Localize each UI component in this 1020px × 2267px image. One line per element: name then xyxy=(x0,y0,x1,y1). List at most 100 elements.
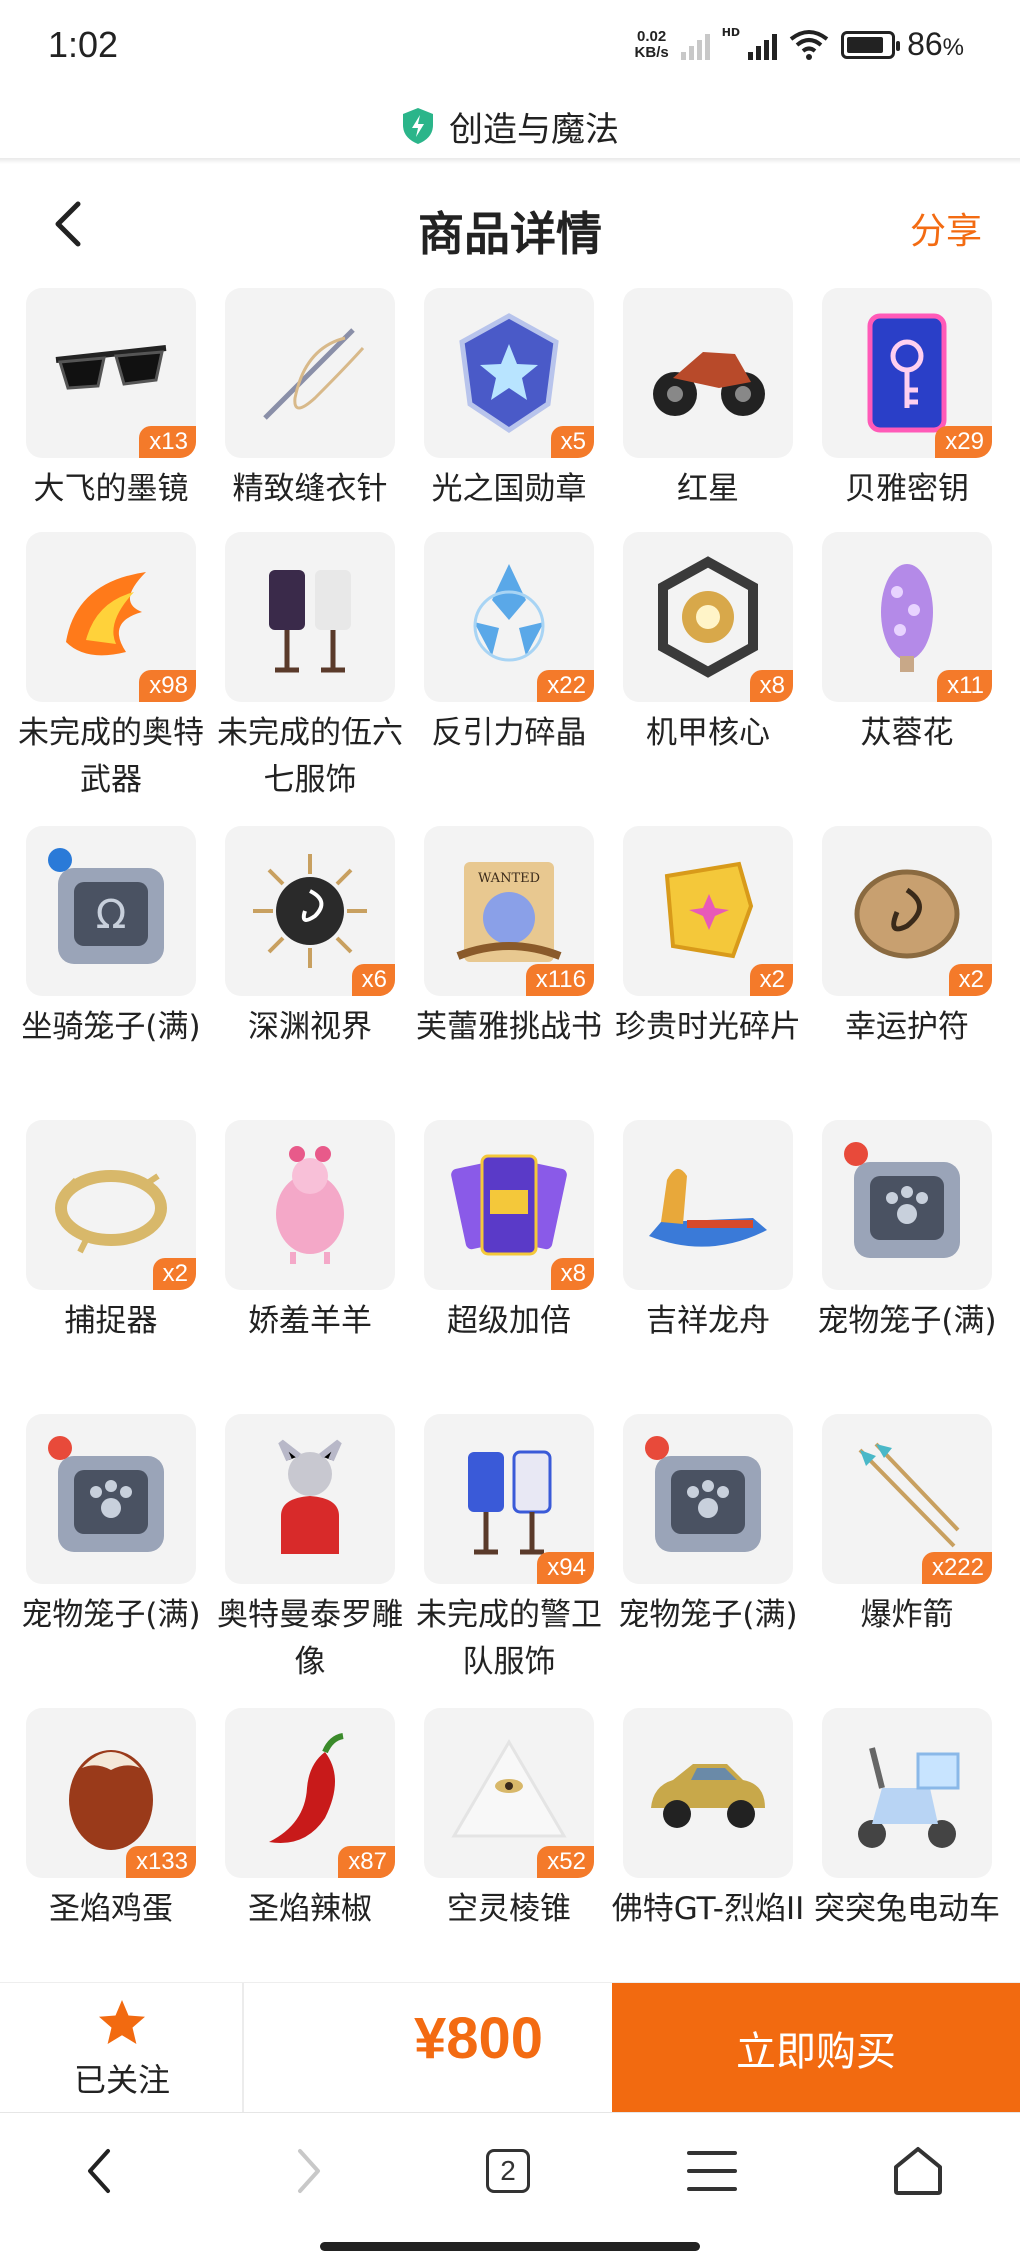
share-button[interactable]: 分享 xyxy=(910,202,982,254)
pink-sheep-icon xyxy=(276,1146,344,1264)
buy-now-button[interactable]: 立即购买 xyxy=(612,1983,1020,2113)
item-card[interactable]: 宠物笼子(满) xyxy=(21,1414,221,1708)
item-card[interactable]: WANTED x116 芙蕾雅挑战书 xyxy=(416,826,619,1120)
item-card[interactable]: 突突兔电动车 xyxy=(814,1708,1017,2002)
item-thumbnail: x87 xyxy=(225,1708,395,1878)
item-name: 圣焰辣椒 xyxy=(248,1891,372,1927)
quantity-badge: x2 xyxy=(152,1258,196,1290)
item-card[interactable]: 宠物笼子(满) xyxy=(618,1414,818,1708)
item-name: 苁蓉花 xyxy=(860,715,954,751)
follow-button[interactable]: 已关注 xyxy=(0,1983,244,2113)
wanted-scroll-icon: WANTED xyxy=(456,862,562,962)
item-name: 超级加倍 xyxy=(447,1303,571,1339)
item-card[interactable]: x133 圣焰鸡蛋 xyxy=(22,1708,221,2002)
medal-icon xyxy=(459,313,559,434)
item-name: 娇羞羊羊 xyxy=(248,1303,372,1339)
app-title-row: 创造与魔法 xyxy=(0,90,1020,162)
statue-icon xyxy=(278,1439,342,1554)
item-card[interactable]: x87 圣焰辣椒 xyxy=(221,1708,420,2002)
item-thumbnail: x2 xyxy=(623,826,793,996)
item-name: 爆炸箭 xyxy=(860,1597,954,1633)
item-card[interactable]: x2 幸运护符 xyxy=(818,826,1017,1120)
sunglasses-icon xyxy=(55,345,167,390)
item-card[interactable]: x8 超级加倍 xyxy=(420,1120,619,1414)
item-card[interactable]: x2 捕捉器 xyxy=(22,1120,221,1414)
divider xyxy=(0,158,1020,164)
item-card[interactable]: 吉祥龙舟 xyxy=(619,1120,818,1414)
outfit-icon xyxy=(269,570,351,673)
quantity-badge: x94 xyxy=(537,1552,594,1584)
item-card[interactable]: 佛特GT-烈焰II xyxy=(612,1708,818,2002)
item-card[interactable]: x8 机甲核心 xyxy=(619,532,818,826)
item-name: 芙蕾雅挑战书 xyxy=(416,1009,602,1045)
item-thumbnail xyxy=(822,1120,992,1290)
quantity-badge: x116 xyxy=(525,964,594,996)
page-header: 商品详情 分享 xyxy=(0,176,1020,272)
quantity-badge: x2 xyxy=(948,964,992,996)
item-card[interactable]: 娇羞羊羊 xyxy=(221,1120,420,1414)
item-thumbnail xyxy=(225,1414,395,1584)
battery-percent: 86% xyxy=(907,26,964,62)
item-card[interactable]: x222 爆炸箭 xyxy=(818,1414,1017,1708)
browser-back-button[interactable] xyxy=(68,2139,132,2203)
status-bar: 1:02 0.02 KB/s HD 86% xyxy=(0,0,1020,90)
flower-icon xyxy=(881,564,933,672)
item-name: 圣焰鸡蛋 xyxy=(49,1891,173,1927)
item-thumbnail: x222 xyxy=(822,1414,992,1584)
chevron-right-icon xyxy=(298,2149,320,2193)
item-thumbnail: Ω xyxy=(26,826,196,996)
wifi-icon xyxy=(789,29,829,60)
item-thumbnail xyxy=(623,288,793,458)
chili-icon xyxy=(269,1733,344,1843)
item-name: 奥特曼泰罗雕像 xyxy=(217,1597,403,1680)
item-thumbnail xyxy=(26,1414,196,1584)
battery-icon xyxy=(841,30,901,59)
item-card[interactable]: x11 苁蓉花 xyxy=(818,532,1017,826)
item-name: 反引力碎晶 xyxy=(431,715,587,751)
item-thumbnail: x94 xyxy=(424,1414,594,1584)
browser-tabs-button[interactable]: 2 xyxy=(476,2139,540,2203)
svg-text:Ω: Ω xyxy=(96,892,127,938)
item-thumbnail: x29 xyxy=(822,288,992,458)
item-name: 坐骑笼子(满) xyxy=(21,1009,201,1045)
item-card[interactable]: 奥特曼泰罗雕像 xyxy=(217,1414,420,1708)
item-thumbnail: x11 xyxy=(822,532,992,702)
item-name: 宠物笼子(满) xyxy=(618,1597,798,1633)
item-name: 深渊视界 xyxy=(248,1009,372,1045)
pyramid-icon xyxy=(451,1739,567,1838)
status-indicators: 0.02 KB/s HD 86% xyxy=(635,26,964,63)
browser-menu-button[interactable] xyxy=(680,2139,744,2203)
item-card[interactable]: 宠物笼子(满) xyxy=(817,1120,1017,1414)
browser-forward-button[interactable] xyxy=(276,2139,340,2203)
item-card[interactable]: Ω 坐骑笼子(满) xyxy=(21,826,221,1120)
browser-home-button[interactable] xyxy=(886,2139,950,2203)
quantity-badge: x13 xyxy=(139,426,196,458)
item-card[interactable]: x98 未完成的奥特武器 xyxy=(18,532,221,826)
item-thumbnail: x8 xyxy=(623,532,793,702)
item-thumbnail: x2 xyxy=(822,826,992,996)
pet-cage-icon xyxy=(48,1436,164,1552)
svg-text:WANTED: WANTED xyxy=(478,871,540,886)
tab-count: 2 xyxy=(486,2149,530,2193)
network-speed-unit: KB/s xyxy=(634,43,669,61)
item-card[interactable]: x6 深渊视界 xyxy=(221,826,420,1120)
item-card[interactable]: x2 珍贵时光碎片 xyxy=(615,826,818,1120)
time-shard-icon xyxy=(664,861,754,959)
item-card[interactable]: 未完成的伍六七服饰 xyxy=(217,532,420,826)
needle-icon xyxy=(263,328,365,420)
item-name: 大飞的墨镜 xyxy=(33,471,189,507)
item-card[interactable]: x52 空灵棱锥 xyxy=(420,1708,619,2002)
home-indicator[interactable] xyxy=(320,2242,700,2251)
item-card[interactable]: x22 反引力碎晶 xyxy=(420,532,619,826)
item-thumbnail: WANTED x116 xyxy=(424,826,594,996)
item-thumbnail: x8 xyxy=(424,1120,594,1290)
cards-icon xyxy=(451,1154,567,1256)
item-thumbnail: x5 xyxy=(424,288,594,458)
item-card[interactable]: x94 未完成的警卫队服饰 xyxy=(416,1414,619,1708)
mount-cage-icon: Ω xyxy=(48,848,164,964)
chevron-left-icon xyxy=(88,2149,110,2193)
signal-sim1-icon xyxy=(680,30,710,60)
item-thumbnail: x98 xyxy=(26,532,196,702)
item-name: 珍贵时光碎片 xyxy=(615,1009,801,1045)
signal-sim2-icon xyxy=(748,30,778,60)
